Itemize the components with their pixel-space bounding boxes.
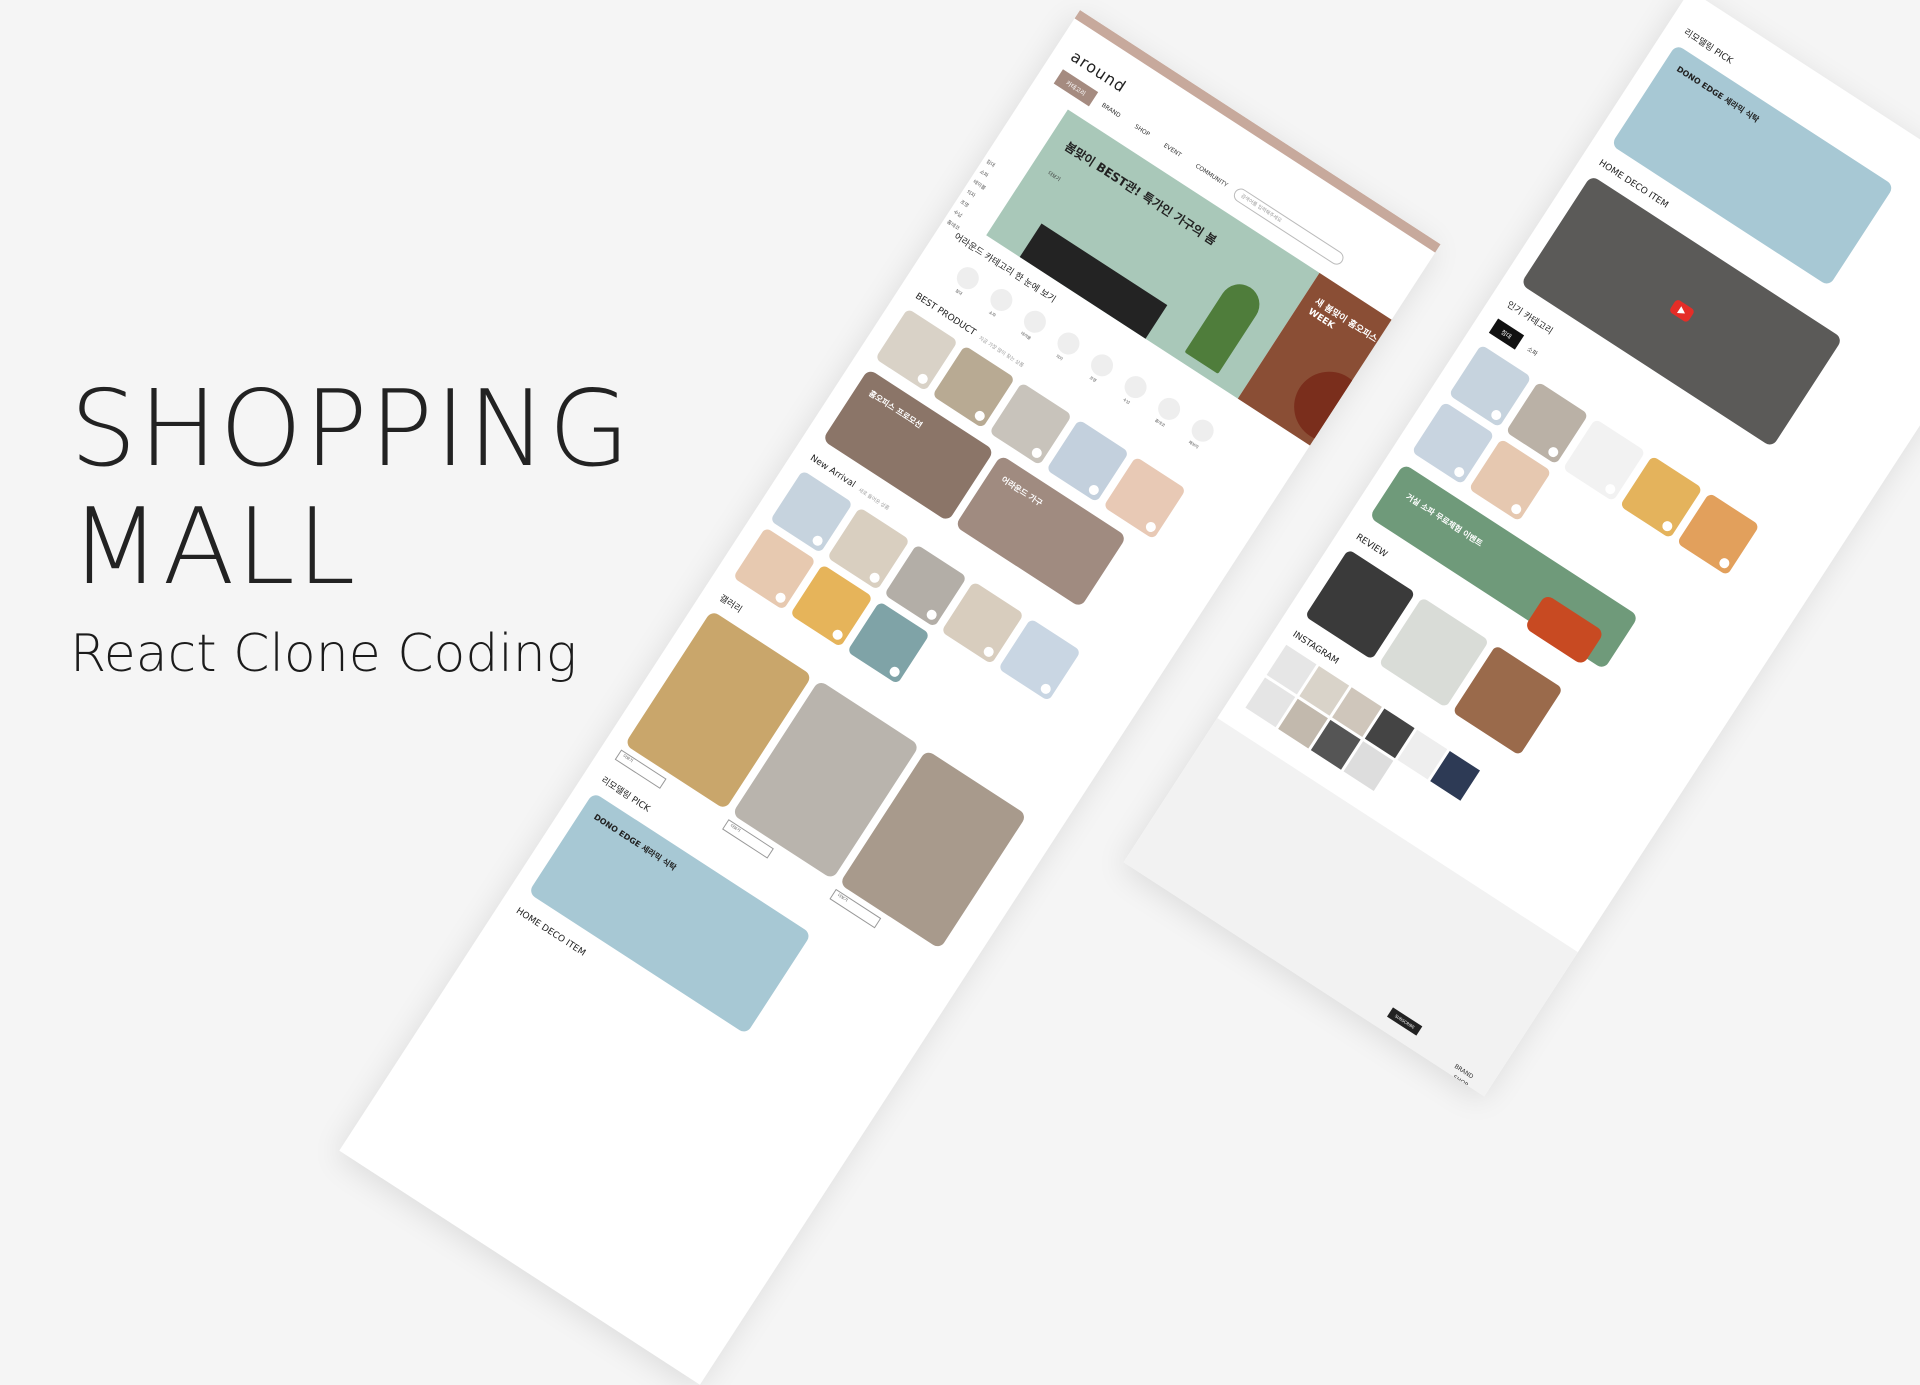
category-icon-storage[interactable]: 수납 xyxy=(1115,371,1152,410)
nav-link-brand[interactable]: BRAND xyxy=(1100,102,1122,119)
footer-link-community[interactable]: COMMUNITY xyxy=(1422,1079,1459,1096)
category-icon-lighting[interactable]: 조명 xyxy=(1081,350,1118,389)
cart-icon xyxy=(1029,446,1044,460)
cart-icon xyxy=(1143,520,1158,534)
category-icon-fabric[interactable]: 패브릭 xyxy=(1182,415,1219,454)
cart-icon xyxy=(972,408,987,423)
cart-icon xyxy=(915,371,930,386)
main-banner-button[interactable]: 더보기 xyxy=(1046,170,1061,183)
cart-icon xyxy=(810,533,825,548)
cart-icon xyxy=(1660,519,1675,534)
cart-icon xyxy=(830,627,845,642)
hero-title-line-2: MALL xyxy=(70,486,358,608)
category-icon-chair[interactable]: 의자 xyxy=(1048,328,1085,367)
plant-image xyxy=(1184,276,1268,374)
category-icon-deco[interactable]: 홈데코 xyxy=(1148,393,1185,432)
cart-icon xyxy=(1509,502,1524,517)
subscribe-button[interactable]: SUBSCRIBE xyxy=(1387,1007,1423,1036)
instagram-icon[interactable] xyxy=(1404,1090,1416,1097)
cart-icon xyxy=(887,664,902,679)
cart-icon xyxy=(981,644,996,659)
popular-tab[interactable]: 소파 xyxy=(1525,344,1539,358)
nav-link-event[interactable]: EVENT xyxy=(1162,142,1182,159)
cart-icon xyxy=(1086,483,1101,497)
cart-icon xyxy=(867,570,882,585)
cart-icon xyxy=(1452,465,1467,479)
category-icon-sofa[interactable]: 소파 xyxy=(980,284,1017,323)
cart-icon xyxy=(773,590,788,605)
cart-icon xyxy=(1717,556,1732,571)
hero-title-line-1: SHOPPING xyxy=(70,368,632,490)
event-banner-title: 거실 소파 무료체험 이벤트 xyxy=(1404,492,1485,549)
cart-icon xyxy=(1603,482,1618,497)
category-icon-table[interactable]: 테이블 xyxy=(1014,306,1051,345)
social-icons xyxy=(1404,1090,1448,1097)
cart-icon xyxy=(1489,408,1504,422)
hero-subtitle: React Clone Coding xyxy=(70,624,577,684)
cart-icon xyxy=(1546,445,1561,459)
hero-text: SHOPPING MALL React Clone Coding xyxy=(70,370,632,684)
nav-link-community[interactable]: COMMUNITY xyxy=(1194,163,1229,189)
nav-link-shop[interactable]: SHOP xyxy=(1133,123,1151,138)
category-icon-bed[interactable]: 침대 xyxy=(947,262,984,301)
cart-icon xyxy=(1038,681,1053,696)
side-banner-title: 새 봄맞이 홈오피스 LOVING WEEK xyxy=(1306,296,1414,368)
footer-nav: BRAND SHOP EVENT COMMUNITY xyxy=(1422,1053,1475,1096)
cart-icon xyxy=(924,607,939,622)
youtube-play-icon[interactable] xyxy=(1668,298,1696,324)
